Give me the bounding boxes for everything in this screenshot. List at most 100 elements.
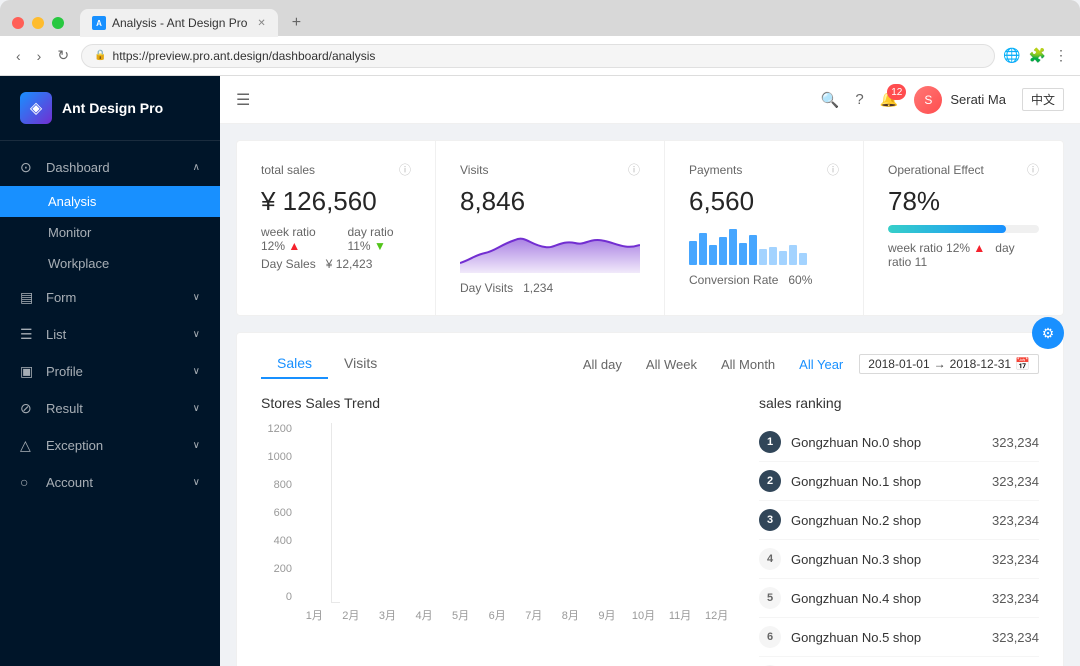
sidebar: ◈ Ant Design Pro ⊙ Dashboard ∧ Analysis … xyxy=(0,76,220,666)
minimize-dot[interactable] xyxy=(32,17,44,29)
refresh-button[interactable]: ↻ xyxy=(53,45,73,66)
ranking-item: 3Gongzhuan No.2 shop323,234 xyxy=(759,501,1039,540)
user-info[interactable]: S Serati Ma xyxy=(914,86,1006,114)
back-button[interactable]: ‹ xyxy=(12,46,25,66)
stats-grid: total sales ⓘ ¥ 126,560 week ratio 12% ▲… xyxy=(236,140,1064,316)
date-filters: All day All Week All Month All Year 2018… xyxy=(575,354,1039,374)
stat-value: 6,560 xyxy=(689,186,839,217)
sidebar-item-monitor[interactable]: Monitor xyxy=(0,217,220,248)
stat-value: 8,846 xyxy=(460,186,640,217)
tab-visits[interactable]: Visits xyxy=(328,349,393,379)
mini-bar xyxy=(699,233,707,265)
sidebar-item-label: Analysis xyxy=(48,194,96,209)
filter-all-year[interactable]: All Year xyxy=(791,355,851,374)
forward-button[interactable]: › xyxy=(33,46,46,66)
info-icon[interactable]: ⓘ xyxy=(399,161,411,178)
new-tab-button[interactable]: + xyxy=(286,12,307,34)
mini-bar xyxy=(799,253,807,265)
ranking-container: sales ranking 1Gongzhuan No.0 shop323,23… xyxy=(759,395,1039,666)
language-button[interactable]: 中文 xyxy=(1022,88,1064,111)
settings-button[interactable]: ⚙ xyxy=(1032,317,1064,349)
tab-buttons: Sales Visits xyxy=(261,349,393,379)
date-range-picker[interactable]: 2018-01-01 → 2018-12-31 📅 xyxy=(859,354,1039,374)
filter-all-week[interactable]: All Week xyxy=(638,355,705,374)
mini-bar xyxy=(749,235,757,265)
sidebar-item-form[interactable]: ▤ Form ∨ xyxy=(0,279,220,316)
tab-close-button[interactable]: ✕ xyxy=(257,18,265,29)
date-start: 2018-01-01 xyxy=(868,357,929,371)
filter-all-month[interactable]: All Month xyxy=(713,355,783,374)
sidebar-item-label: Exception xyxy=(46,438,103,453)
sidebar-item-account[interactable]: ○ Account ∨ xyxy=(0,464,220,500)
ranking-item: 1Gongzhuan No.0 shop323,234 xyxy=(759,423,1039,462)
filter-all-day[interactable]: All day xyxy=(575,355,630,374)
y-label: 200 xyxy=(261,563,292,575)
info-icon[interactable]: ⓘ xyxy=(1027,161,1039,178)
sidebar-item-exception[interactable]: △ Exception ∨ xyxy=(0,427,220,464)
username: Serati Ma xyxy=(950,92,1006,107)
x-label: 3月 xyxy=(369,603,406,623)
browser-tab[interactable]: A Analysis - Ant Design Pro ✕ xyxy=(80,9,278,37)
chevron-down-icon: ∨ xyxy=(193,403,200,414)
sidebar-item-workplace[interactable]: Workplace xyxy=(0,248,220,279)
sidebar-item-dashboard[interactable]: ⊙ Dashboard ∧ xyxy=(0,149,220,186)
sidebar-item-label: Result xyxy=(46,401,83,416)
close-dot[interactable] xyxy=(12,17,24,29)
extensions-icon[interactable]: 🧩 xyxy=(1029,47,1046,64)
rank-value: 323,234 xyxy=(992,474,1039,489)
hamburger-icon[interactable]: ☰ xyxy=(236,90,250,110)
ranking-item: 7Gongzhuan No.6 shop323,234 xyxy=(759,657,1039,666)
chevron-down-icon: ∨ xyxy=(193,477,200,488)
dashboard-icon: ⊙ xyxy=(20,159,36,176)
y-label: 1000 xyxy=(261,451,292,463)
calendar-icon: 📅 xyxy=(1015,357,1030,371)
x-label: 7月 xyxy=(515,603,552,623)
maximize-dot[interactable] xyxy=(52,17,64,29)
browser-toolbar: ‹ › ↻ 🔒 https://preview.pro.ant.design/d… xyxy=(0,36,1080,76)
stat-label: Visits ⓘ xyxy=(460,161,640,178)
x-label: 11月 xyxy=(662,603,699,623)
chevron-up-icon: ∧ xyxy=(193,162,200,173)
sparkline-chart xyxy=(460,225,640,273)
sidebar-item-result[interactable]: ⊘ Result ∨ xyxy=(0,390,220,427)
help-icon[interactable]: ? xyxy=(855,91,863,108)
url-text: https://preview.pro.ant.design/dashboard… xyxy=(113,49,376,63)
menu-icon[interactable]: ⋮ xyxy=(1054,47,1068,64)
x-label: 5月 xyxy=(442,603,479,623)
x-label: 2月 xyxy=(333,603,370,623)
info-icon[interactable]: ⓘ xyxy=(628,161,640,178)
sidebar-item-label: Account xyxy=(46,475,93,490)
chevron-down-icon: ∨ xyxy=(193,292,200,303)
ranking-item: 5Gongzhuan No.4 shop323,234 xyxy=(759,579,1039,618)
sidebar-item-profile[interactable]: ▣ Profile ∨ xyxy=(0,353,220,390)
tab-sales[interactable]: Sales xyxy=(261,349,328,379)
chevron-down-icon: ∨ xyxy=(193,329,200,340)
sales-section: Sales Visits All day All Week All Month … xyxy=(236,332,1064,666)
chart-ranking-grid: Stores Sales Trend 1200 1000 800 600 400… xyxy=(261,395,1039,666)
bars-area xyxy=(331,423,340,603)
date-end: 2018-12-31 xyxy=(950,357,1011,371)
mini-bar xyxy=(709,245,717,265)
sidebar-item-analysis[interactable]: Analysis xyxy=(0,186,220,217)
sales-header: Sales Visits All day All Week All Month … xyxy=(261,349,1039,379)
app-header: ☰ 🔍 ? 🔔 12 S Serati Ma 中文 ⚙ xyxy=(220,76,1080,124)
translate-icon[interactable]: 🌐 xyxy=(1003,47,1020,64)
progress-fill xyxy=(888,225,1006,233)
notification-bell[interactable]: 🔔 12 xyxy=(880,90,899,109)
stat-sub: Conversion Rate 60% xyxy=(689,273,839,287)
ranking-item: 2Gongzhuan No.1 shop323,234 xyxy=(759,462,1039,501)
stat-sub: Day Visits 1,234 xyxy=(460,281,640,295)
mini-bar xyxy=(759,249,767,265)
x-label: 6月 xyxy=(479,603,516,623)
x-label: 10月 xyxy=(625,603,662,623)
sidebar-item-label: Dashboard xyxy=(46,160,110,175)
sidebar-item-list[interactable]: ☰ List ∨ xyxy=(0,316,220,353)
address-bar[interactable]: 🔒 https://preview.pro.ant.design/dashboa… xyxy=(81,44,995,68)
mini-bar xyxy=(689,241,697,265)
sidebar-item-label: Workplace xyxy=(48,256,109,271)
search-icon[interactable]: 🔍 xyxy=(821,91,840,109)
stat-sub: Day Sales ¥ 12,423 xyxy=(261,257,411,271)
y-label: 1200 xyxy=(261,423,292,435)
stat-card-operational: Operational Effect ⓘ 78% week ratio 12% … xyxy=(864,141,1063,315)
info-icon[interactable]: ⓘ xyxy=(827,161,839,178)
